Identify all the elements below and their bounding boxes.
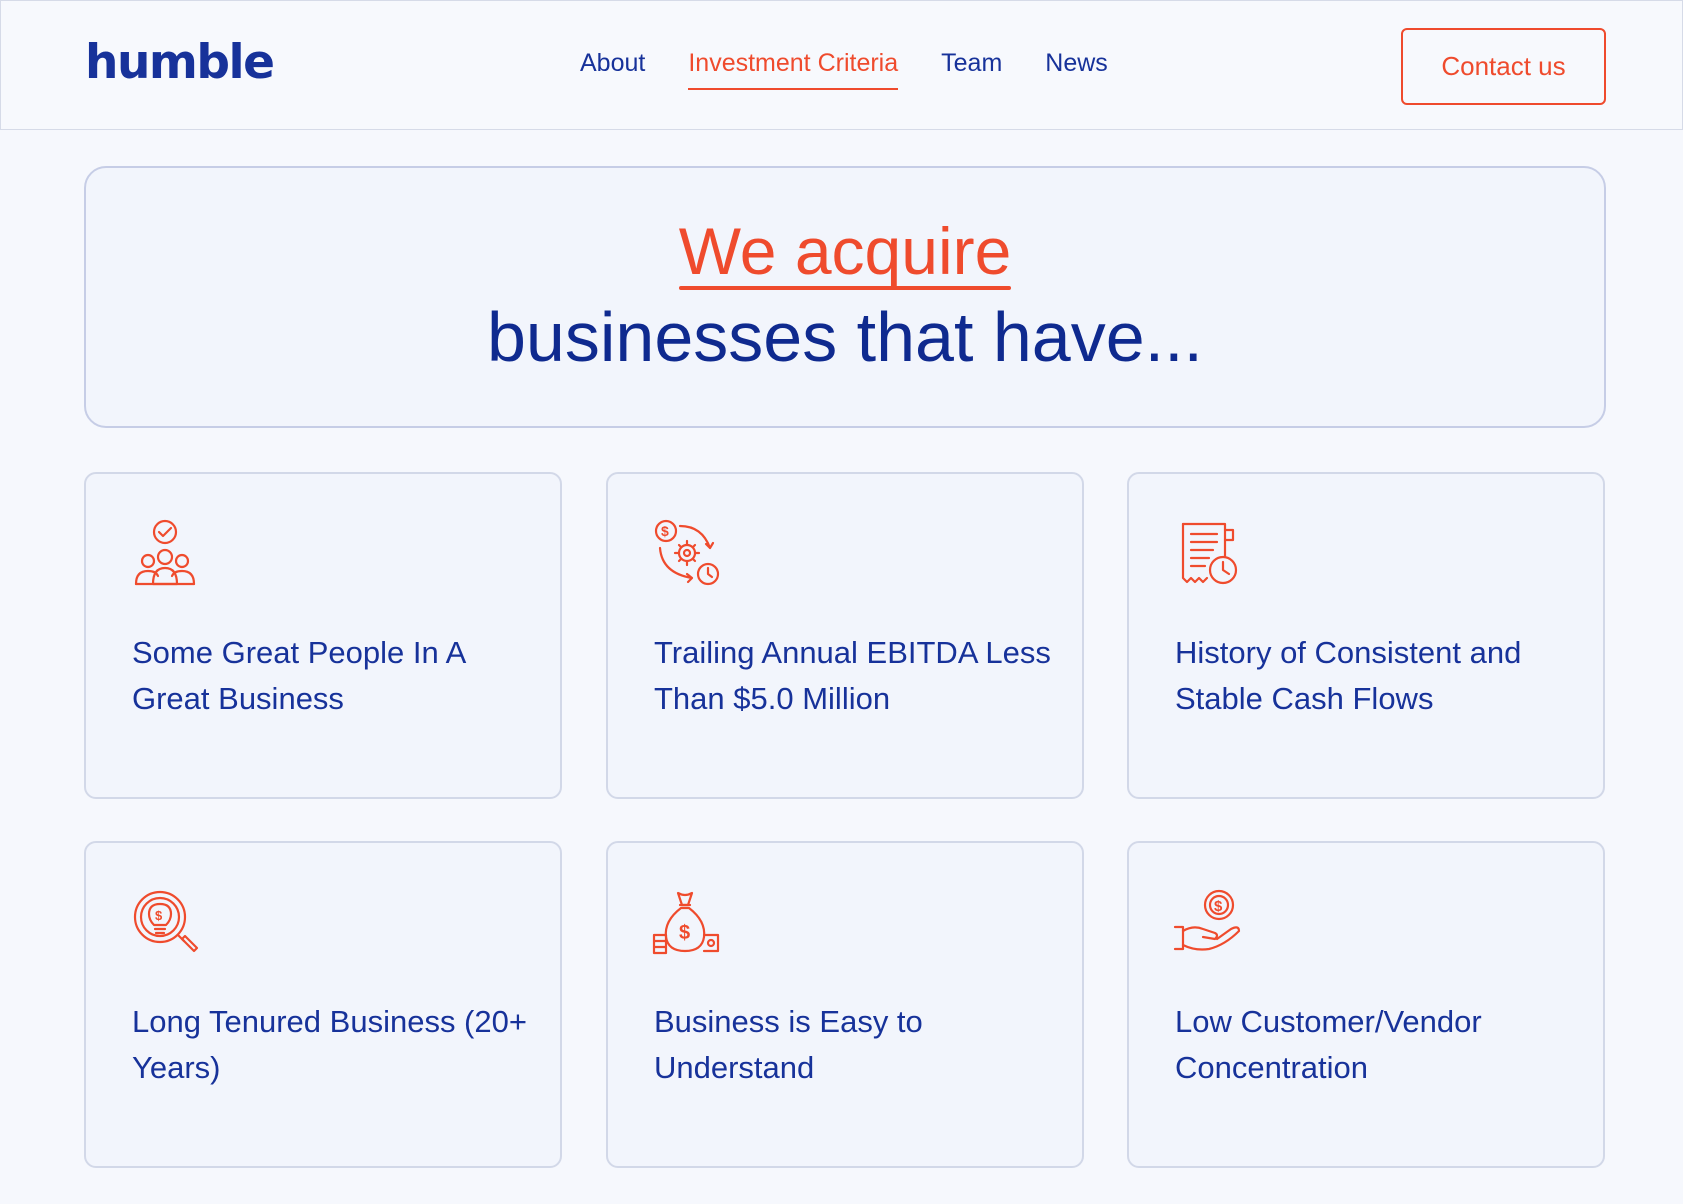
receipt-clock-icon bbox=[1173, 518, 1243, 588]
criteria-card-cash-flows: History of Consistent and Stable Cash Fl… bbox=[1127, 472, 1605, 799]
criteria-card-text: Trailing Annual EBITDA Less Than $5.0 Mi… bbox=[654, 635, 1051, 716]
team-check-icon bbox=[130, 518, 200, 588]
criteria-card-ebitda: $ Trailing Annual EBITDA Less Than $5.0 … bbox=[606, 472, 1084, 799]
criteria-card-text: Long Tenured Business (20+ Years) bbox=[132, 1004, 527, 1085]
nav-team[interactable]: Team bbox=[941, 49, 1002, 90]
criteria-card-text: Low Customer/Vendor Concentration bbox=[1175, 1004, 1482, 1085]
main-nav: About Investment Criteria Team News bbox=[580, 49, 1151, 90]
criteria-card-tenure: $ Long Tenured Business (20+ Years) bbox=[84, 841, 562, 1168]
nav-about[interactable]: About bbox=[580, 49, 645, 90]
hand-coin-icon: $ bbox=[1173, 887, 1243, 957]
money-bag-icon: $ bbox=[652, 887, 722, 957]
hero-headline: businesses that have... bbox=[487, 298, 1203, 376]
criteria-card-text: Some Great People In A Great Business bbox=[132, 635, 465, 716]
nav-news[interactable]: News bbox=[1045, 49, 1108, 90]
contact-us-button[interactable]: Contact us bbox=[1401, 28, 1606, 105]
criteria-card-text: Business is Easy to Understand bbox=[654, 1004, 923, 1085]
money-gear-clock-icon: $ bbox=[652, 518, 722, 588]
hero-headline-accent: We acquire bbox=[86, 214, 1604, 290]
logo[interactable]: humble bbox=[85, 35, 275, 90]
svg-text:$: $ bbox=[155, 908, 163, 923]
nav-investment-criteria[interactable]: Investment Criteria bbox=[688, 49, 899, 90]
svg-text:$: $ bbox=[679, 922, 690, 944]
criteria-card-concentration: $ Low Customer/Vendor Concentration bbox=[1127, 841, 1605, 1168]
site-header: humble About Investment Criteria Team Ne… bbox=[0, 0, 1683, 130]
criteria-card-text: History of Consistent and Stable Cash Fl… bbox=[1175, 635, 1522, 716]
page: humble About Investment Criteria Team Ne… bbox=[0, 0, 1683, 1204]
svg-text:$: $ bbox=[661, 523, 669, 539]
criteria-card-easy: $ Business is Easy to Understand bbox=[606, 841, 1084, 1168]
lightbulb-magnifier-icon: $ bbox=[130, 887, 200, 957]
hero-banner: We acquire businesses that have... bbox=[84, 166, 1606, 428]
svg-text:$: $ bbox=[1214, 898, 1223, 915]
criteria-card-people: Some Great People In A Great Business bbox=[84, 472, 562, 799]
hero-headline-accent-text: We acquire bbox=[678, 214, 1012, 290]
